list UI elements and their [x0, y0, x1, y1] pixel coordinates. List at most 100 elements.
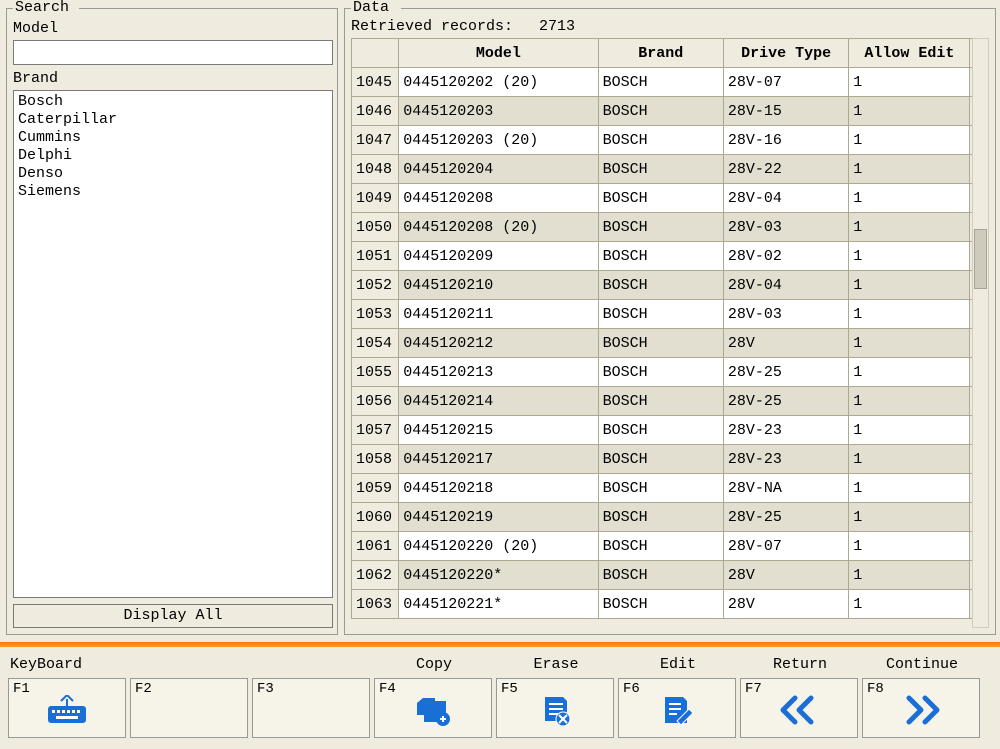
label-return: Return: [740, 656, 860, 673]
brand-listbox[interactable]: BoschCaterpillarCumminsDelphiDensoSiemen…: [13, 90, 333, 598]
header-brand[interactable]: Brand: [598, 39, 723, 68]
cell-allow: 1: [849, 300, 970, 329]
f6-edit-button[interactable]: F6: [618, 678, 736, 738]
f1-keyboard-button[interactable]: F1: [8, 678, 126, 738]
f2-button[interactable]: F2: [130, 678, 248, 738]
table-row[interactable]: 10550445120213BOSCH28V-251: [352, 358, 989, 387]
cell-drive: 28V-22: [723, 155, 848, 184]
row-index: 1052: [352, 271, 399, 300]
cell-allow: 1: [849, 503, 970, 532]
cell-model: 0445120208: [399, 184, 598, 213]
label-erase: Erase: [496, 656, 616, 673]
header-allow[interactable]: Allow Edit: [849, 39, 970, 68]
brand-item[interactable]: Siemens: [18, 183, 328, 201]
cell-brand: BOSCH: [598, 300, 723, 329]
row-index: 1048: [352, 155, 399, 184]
label-keyboard: KeyBoard: [10, 656, 130, 673]
table-row[interactable]: 10610445120220 (20)BOSCH28V-071: [352, 532, 989, 561]
table-row[interactable]: 10480445120204BOSCH28V-221: [352, 155, 989, 184]
cell-allow: 1: [849, 474, 970, 503]
brand-item[interactable]: Caterpillar: [18, 111, 328, 129]
table-row[interactable]: 10580445120217BOSCH28V-231: [352, 445, 989, 474]
cell-brand: BOSCH: [598, 213, 723, 242]
retrieved-records-label: Retrieved records:2713: [351, 18, 575, 35]
brand-item[interactable]: Denso: [18, 165, 328, 183]
table-row[interactable]: 10540445120212BOSCH28V1: [352, 329, 989, 358]
row-index: 1045: [352, 68, 399, 97]
table-row[interactable]: 10630445120221*BOSCH28V1: [352, 590, 989, 619]
header-row: Model Brand Drive Type Allow Edit: [352, 39, 989, 68]
table-row[interactable]: 10450445120202 (20)BOSCH28V-071: [352, 68, 989, 97]
function-bar: KeyBoard Copy Erase Edit Return Continue…: [0, 650, 1000, 746]
search-legend: Search: [13, 0, 71, 16]
table-row[interactable]: 10490445120208BOSCH28V-041: [352, 184, 989, 213]
vertical-scrollbar[interactable]: [972, 38, 989, 628]
cell-brand: BOSCH: [598, 126, 723, 155]
f8-continue-button[interactable]: F8: [862, 678, 980, 738]
table-row[interactable]: 10500445120208 (20)BOSCH28V-031: [352, 213, 989, 242]
brand-item[interactable]: Bosch: [18, 93, 328, 111]
label-copy: Copy: [374, 656, 494, 673]
cell-model: 0445120217: [399, 445, 598, 474]
table-row[interactable]: 10570445120215BOSCH28V-231: [352, 416, 989, 445]
cell-allow: 1: [849, 445, 970, 474]
header-blank: [352, 39, 399, 68]
cell-drive: 28V-25: [723, 387, 848, 416]
search-panel: Search Model Brand BoschCaterpillarCummi…: [6, 8, 338, 635]
brand-item[interactable]: Cummins: [18, 129, 328, 147]
cell-drive: 28V-23: [723, 445, 848, 474]
cell-brand: BOSCH: [598, 97, 723, 126]
cell-model: 0445120204: [399, 155, 598, 184]
cell-brand: BOSCH: [598, 561, 723, 590]
data-grid[interactable]: Model Brand Drive Type Allow Edit 104504…: [351, 38, 989, 619]
f5-erase-button[interactable]: F5: [496, 678, 614, 738]
data-legend: Data: [351, 0, 391, 16]
f4-copy-button[interactable]: F4: [374, 678, 492, 738]
cell-drive: 28V-25: [723, 358, 848, 387]
table-row[interactable]: 10560445120214BOSCH28V-251: [352, 387, 989, 416]
cell-model: 0445120203: [399, 97, 598, 126]
f2-key-label: F2: [135, 681, 152, 697]
cell-model: 0445120211: [399, 300, 598, 329]
cell-brand: BOSCH: [598, 68, 723, 97]
cell-brand: BOSCH: [598, 155, 723, 184]
cell-drive: 28V-NA: [723, 474, 848, 503]
header-model[interactable]: Model: [399, 39, 598, 68]
row-index: 1058: [352, 445, 399, 474]
brand-label: Brand: [13, 70, 58, 87]
cell-allow: 1: [849, 590, 970, 619]
cell-brand: BOSCH: [598, 532, 723, 561]
cell-model: 0445120203 (20): [399, 126, 598, 155]
f7-return-button[interactable]: F7: [740, 678, 858, 738]
display-all-button[interactable]: Display All: [13, 604, 333, 628]
row-index: 1063: [352, 590, 399, 619]
header-drive[interactable]: Drive Type: [723, 39, 848, 68]
label-continue: Continue: [862, 656, 982, 673]
double-chevron-left-icon: [741, 695, 857, 725]
table-row[interactable]: 10470445120203 (20)BOSCH28V-161: [352, 126, 989, 155]
row-index: 1055: [352, 358, 399, 387]
row-index: 1050: [352, 213, 399, 242]
f3-button[interactable]: F3: [252, 678, 370, 738]
brand-item[interactable]: Delphi: [18, 147, 328, 165]
table-row[interactable]: 10620445120220*BOSCH28V1: [352, 561, 989, 590]
cell-allow: 1: [849, 271, 970, 300]
table-row[interactable]: 10520445120210BOSCH28V-041: [352, 271, 989, 300]
table-row[interactable]: 10530445120211BOSCH28V-031: [352, 300, 989, 329]
cell-brand: BOSCH: [598, 474, 723, 503]
cell-allow: 1: [849, 532, 970, 561]
table-row[interactable]: 10590445120218BOSCH28V-NA1: [352, 474, 989, 503]
cell-allow: 1: [849, 213, 970, 242]
cell-brand: BOSCH: [598, 242, 723, 271]
row-index: 1057: [352, 416, 399, 445]
row-index: 1062: [352, 561, 399, 590]
cell-model: 0445120208 (20): [399, 213, 598, 242]
table-row[interactable]: 10600445120219BOSCH28V-251: [352, 503, 989, 532]
copy-icon: [375, 695, 491, 727]
model-input[interactable]: [13, 40, 333, 65]
scrollbar-thumb[interactable]: [974, 229, 987, 289]
cell-drive: 28V-04: [723, 271, 848, 300]
cell-drive: 28V: [723, 561, 848, 590]
table-row[interactable]: 10510445120209BOSCH28V-021: [352, 242, 989, 271]
table-row[interactable]: 10460445120203BOSCH28V-151: [352, 97, 989, 126]
